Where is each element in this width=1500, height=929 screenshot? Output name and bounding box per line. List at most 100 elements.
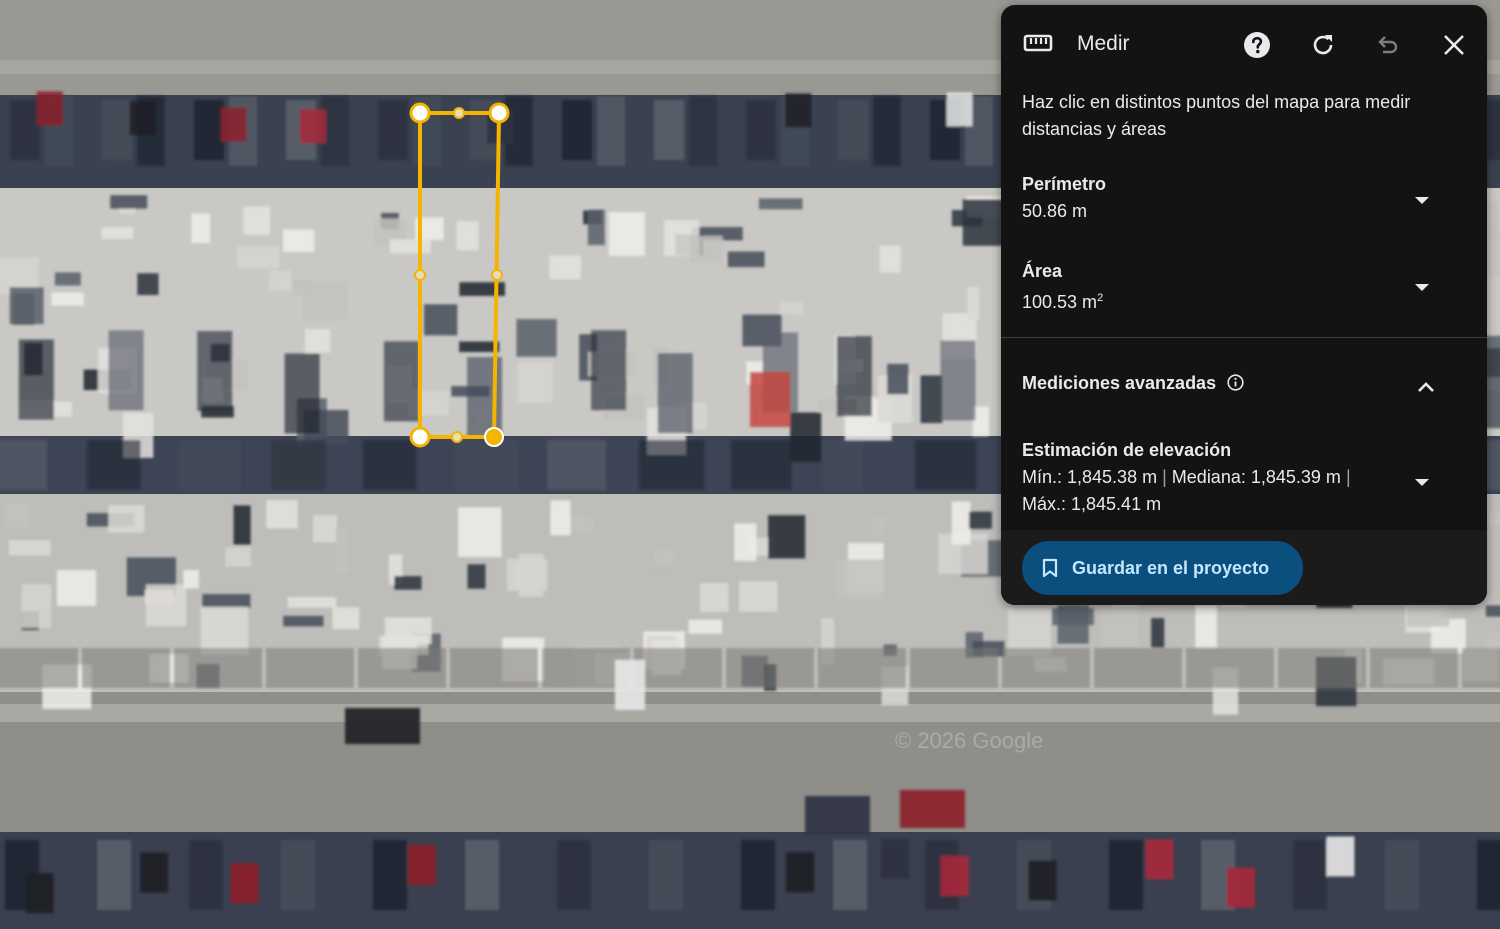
area-label: Área — [1022, 261, 1063, 281]
map-texture — [654, 549, 674, 566]
map-texture — [881, 838, 910, 879]
map-texture — [5, 504, 31, 529]
map-texture — [56, 570, 97, 606]
map-texture — [547, 440, 607, 490]
map-texture — [424, 304, 458, 336]
undo-button[interactable] — [1368, 27, 1408, 67]
map-texture — [597, 96, 625, 166]
map-texture — [1186, 648, 1274, 688]
map-texture — [202, 594, 251, 609]
measure-vertex-active — [484, 427, 504, 447]
close-icon — [1442, 33, 1466, 62]
area-expand-icon[interactable] — [1415, 284, 1429, 291]
area-unit-superscript: 2 — [1097, 292, 1104, 304]
map-texture — [654, 100, 684, 160]
map-texture — [786, 852, 815, 893]
map-texture — [51, 292, 84, 306]
map-texture — [407, 844, 436, 885]
map-texture — [969, 511, 992, 529]
map-texture — [951, 501, 971, 545]
map-texture — [507, 558, 548, 592]
map-texture — [739, 581, 778, 612]
map-texture — [1101, 608, 1139, 645]
map-texture — [871, 517, 885, 535]
map-texture — [887, 363, 909, 395]
map-texture — [920, 375, 943, 424]
map-texture — [21, 584, 52, 628]
advanced-measurements-label: Mediciones avanzadas — [1022, 373, 1217, 393]
chevron-up-icon[interactable] — [1417, 380, 1435, 398]
elevation-expand-icon[interactable] — [1415, 479, 1429, 486]
refresh-button[interactable] — [1303, 27, 1343, 67]
map-texture — [220, 107, 247, 142]
map-texture — [459, 341, 500, 353]
map-texture — [194, 100, 224, 160]
map-texture — [1028, 860, 1057, 901]
area-value: 100.53 m — [1022, 292, 1098, 312]
map-texture — [455, 440, 519, 490]
map-texture — [200, 606, 249, 655]
map-texture — [179, 440, 242, 490]
measure-panel: Medir Haz clic en distintos puntos del m… — [1001, 5, 1487, 605]
map-texture — [689, 96, 717, 166]
map-texture — [940, 855, 969, 896]
perimeter-expand-icon[interactable] — [1415, 197, 1429, 204]
elevation-min: Mín.: 1,845.38 m — [1022, 467, 1158, 487]
map-texture — [550, 500, 571, 536]
map-texture — [137, 273, 159, 296]
map-texture — [102, 100, 132, 160]
map-texture — [1052, 608, 1094, 626]
map-texture — [0, 440, 48, 490]
save-to-project-label: Guardar en el proyecto — [1072, 557, 1270, 578]
map-texture — [335, 528, 348, 573]
elevation-max: Máx.: 1,845.41 m — [1022, 494, 1162, 514]
info-icon[interactable] — [1226, 374, 1244, 396]
map-texture — [312, 515, 338, 543]
elevation-median: Mediana: 1,845.39 m — [1171, 467, 1341, 487]
map-texture — [838, 100, 868, 160]
map-texture — [727, 251, 765, 268]
map-texture — [1485, 605, 1500, 617]
save-to-project-button[interactable]: Guardar en el proyecto — [1022, 541, 1303, 595]
panel-footer: Guardar en el proyecto — [1001, 530, 1487, 605]
map-texture — [657, 353, 693, 434]
map-texture — [946, 92, 973, 127]
map-texture — [557, 840, 591, 910]
map-texture — [746, 100, 776, 160]
measure-midpoint — [451, 431, 463, 443]
map-texture — [82, 648, 170, 688]
map-texture — [282, 229, 315, 252]
close-button[interactable] — [1434, 27, 1474, 67]
map-texture — [1477, 840, 1500, 910]
map-texture — [458, 507, 502, 557]
undo-icon — [1375, 32, 1401, 63]
map-texture — [915, 440, 977, 490]
map-texture — [266, 648, 354, 688]
map-texture — [191, 213, 211, 244]
map-texture — [54, 272, 81, 286]
elevation-section[interactable]: Estimación de elevación Mín.: 1,845.38 m… — [1022, 437, 1467, 518]
map-texture — [25, 873, 54, 914]
map-texture — [1370, 648, 1458, 688]
map-texture — [615, 660, 645, 710]
map-texture — [271, 440, 326, 490]
measure-vertex — [488, 102, 510, 124]
map-texture — [389, 239, 431, 254]
elevation-separator: | — [1162, 467, 1167, 487]
elevation-label: Estimación de elevación — [1022, 440, 1232, 460]
map-texture — [1226, 867, 1255, 908]
map-texture — [129, 101, 156, 136]
map-texture — [266, 500, 298, 529]
area-section[interactable]: Área 100.53 m2 — [1022, 258, 1467, 316]
measure-midpoint — [414, 269, 426, 281]
help-button[interactable] — [1237, 27, 1277, 67]
advanced-measurements-header[interactable]: Mediciones avanzadas — [1022, 373, 1467, 403]
map-texture — [779, 302, 803, 315]
map-texture — [688, 619, 722, 634]
perimeter-value: 50.86 m — [1022, 201, 1088, 221]
map-texture — [345, 708, 420, 744]
perimeter-section[interactable]: Perímetro 50.86 m — [1022, 171, 1467, 225]
map-texture — [1094, 648, 1182, 688]
map-texture — [108, 505, 145, 533]
map-texture — [731, 440, 792, 490]
